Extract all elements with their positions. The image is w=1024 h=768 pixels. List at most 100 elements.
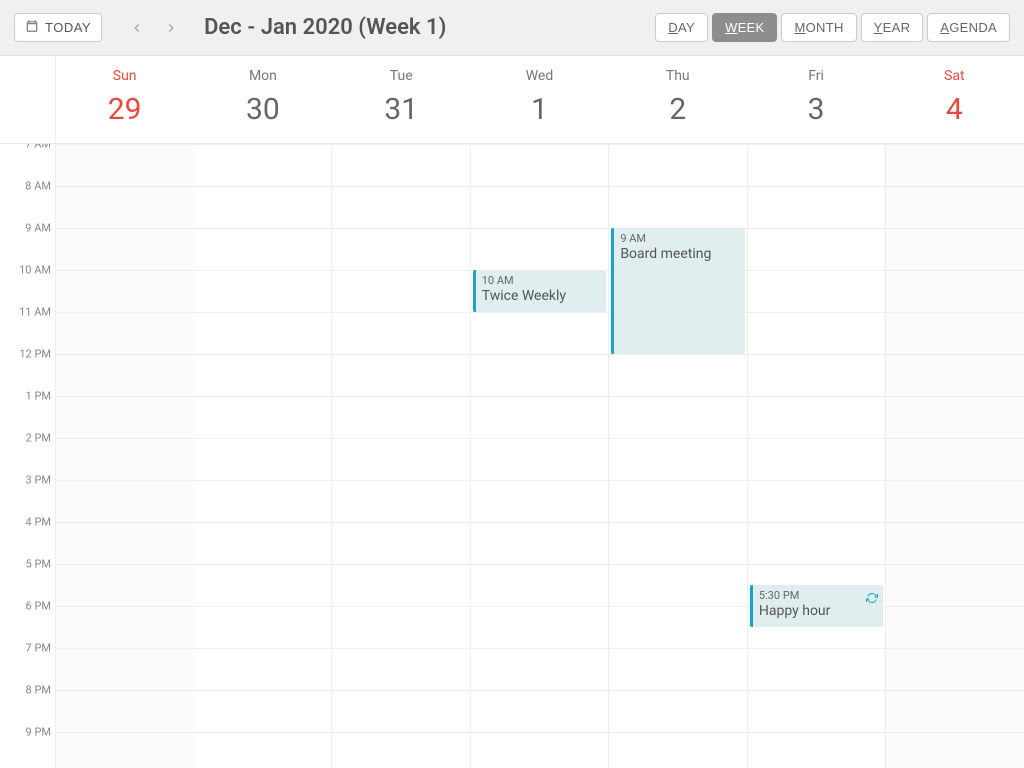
- hour-line: [609, 396, 747, 397]
- dow-label: Tue: [333, 68, 470, 84]
- hour-line: [886, 480, 1024, 481]
- toolbar: TODAY Dec - Jan 2020 (Week 1) DAY WEEK M…: [0, 0, 1024, 56]
- hour-line: [886, 522, 1024, 523]
- hour-line: [886, 606, 1024, 607]
- time-label: 3 PM: [0, 474, 51, 487]
- hour-line: [194, 438, 332, 439]
- hour-line: [609, 648, 747, 649]
- view-agenda[interactable]: AGENDA: [927, 13, 1010, 42]
- dow-label: Sun: [56, 68, 193, 84]
- hour-line: [56, 396, 194, 397]
- day-head-thu[interactable]: Thu 2: [609, 56, 747, 143]
- time-label: 9 AM: [0, 222, 51, 235]
- hour-line: [748, 480, 886, 481]
- day-head-sat[interactable]: Sat 4: [886, 56, 1024, 143]
- calendar-event[interactable]: 10 AMTwice Weekly: [473, 270, 607, 312]
- hour-line: [471, 354, 609, 355]
- day-col-mon[interactable]: [194, 144, 333, 768]
- hour-line: [886, 438, 1024, 439]
- hour-line: [332, 606, 470, 607]
- hour-line: [332, 732, 470, 733]
- calendar-event[interactable]: 9 AMBoard meeting: [611, 228, 745, 354]
- day-number: 31: [333, 92, 470, 127]
- day-head-tue[interactable]: Tue 31: [333, 56, 471, 143]
- hour-line: [886, 396, 1024, 397]
- view-month[interactable]: MONTH: [781, 13, 856, 42]
- hour-line: [886, 690, 1024, 691]
- view-week[interactable]: WEEK: [712, 13, 778, 42]
- hour-line: [609, 354, 747, 355]
- hour-line: [886, 144, 1024, 145]
- hour-line: [56, 312, 194, 313]
- hour-line: [56, 480, 194, 481]
- hour-line: [471, 186, 609, 187]
- today-button[interactable]: TODAY: [14, 13, 102, 42]
- hour-line: [886, 228, 1024, 229]
- hour-line: [471, 732, 609, 733]
- hour-line: [56, 144, 194, 145]
- day-col-tue[interactable]: [332, 144, 471, 768]
- hour-line: [609, 690, 747, 691]
- hour-line: [471, 564, 609, 565]
- page-title: Dec - Jan 2020 (Week 1): [204, 15, 446, 40]
- hour-line: [886, 312, 1024, 313]
- hour-line: [194, 606, 332, 607]
- hour-line: [194, 396, 332, 397]
- hour-line: [748, 144, 886, 145]
- day-col-sun[interactable]: [56, 144, 194, 768]
- day-number: 4: [886, 92, 1023, 127]
- recurring-icon: [866, 589, 878, 601]
- hour-line: [56, 690, 194, 691]
- hour-line: [609, 144, 747, 145]
- week-grid[interactable]: 7 AM8 AM9 AM10 AM11 AM12 PM1 PM2 PM3 PM4…: [0, 144, 1024, 768]
- hour-line: [471, 690, 609, 691]
- hour-line: [194, 522, 332, 523]
- hour-line: [609, 186, 747, 187]
- hour-line: [332, 480, 470, 481]
- hour-line: [886, 186, 1024, 187]
- day-col-thu[interactable]: 9 AMBoard meeting: [609, 144, 748, 768]
- time-label: 7 PM: [0, 642, 51, 655]
- day-number: 2: [609, 92, 746, 127]
- prev-button[interactable]: [120, 11, 154, 45]
- hour-line: [56, 648, 194, 649]
- hour-line: [748, 732, 886, 733]
- hour-line: [471, 396, 609, 397]
- hour-line: [194, 480, 332, 481]
- time-label: 4 PM: [0, 516, 51, 529]
- hour-line: [332, 522, 470, 523]
- hour-line: [748, 354, 886, 355]
- hour-line: [748, 564, 886, 565]
- day-head-sun[interactable]: Sun 29: [56, 56, 194, 143]
- day-head-fri[interactable]: Fri 3: [747, 56, 885, 143]
- hour-line: [609, 438, 747, 439]
- day-head-wed[interactable]: Wed 1: [471, 56, 609, 143]
- dow-label: Fri: [747, 68, 884, 84]
- view-day[interactable]: DAY: [655, 13, 708, 42]
- next-button[interactable]: [154, 11, 188, 45]
- hour-line: [194, 732, 332, 733]
- hour-line: [332, 438, 470, 439]
- view-year[interactable]: YEAR: [861, 13, 924, 42]
- hour-line: [194, 270, 332, 271]
- day-col-wed[interactable]: 10 AMTwice Weekly: [471, 144, 610, 768]
- hour-line: [748, 522, 886, 523]
- time-label: 1 PM: [0, 390, 51, 403]
- hour-line: [332, 270, 470, 271]
- hour-line: [56, 270, 194, 271]
- hour-line: [609, 522, 747, 523]
- calendar-event[interactable]: 5:30 PMHappy hour: [750, 585, 884, 627]
- calendar-icon: [25, 19, 39, 36]
- hour-line: [748, 312, 886, 313]
- day-col-fri[interactable]: 5:30 PMHappy hour: [748, 144, 887, 768]
- hour-line: [56, 438, 194, 439]
- day-number: 3: [747, 92, 884, 127]
- hour-line: [471, 606, 609, 607]
- hour-line: [748, 396, 886, 397]
- hour-line: [194, 144, 332, 145]
- day-col-sat[interactable]: [886, 144, 1024, 768]
- hour-line: [56, 606, 194, 607]
- hour-line: [332, 690, 470, 691]
- day-head-mon[interactable]: Mon 30: [194, 56, 332, 143]
- hour-line: [56, 186, 194, 187]
